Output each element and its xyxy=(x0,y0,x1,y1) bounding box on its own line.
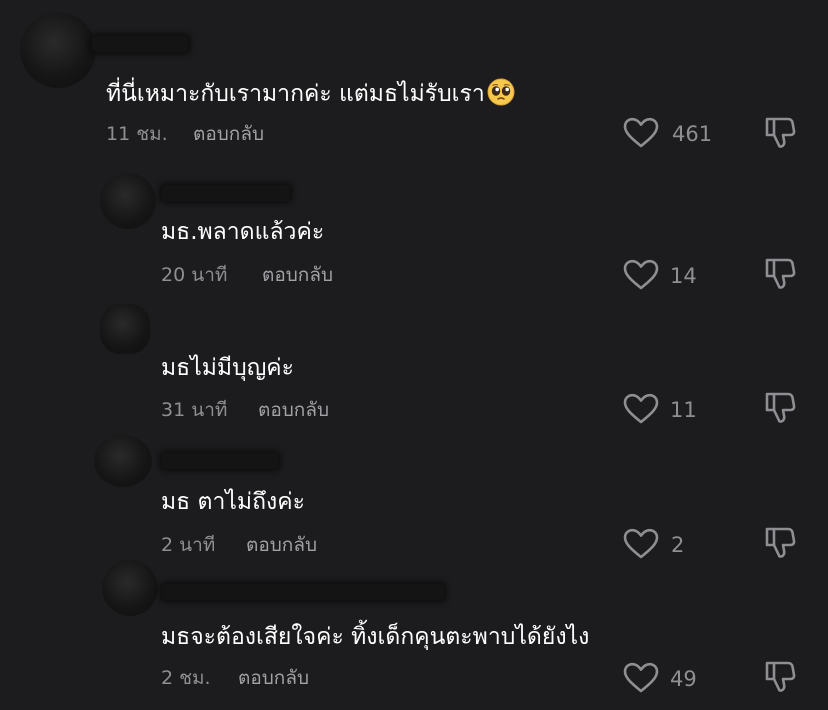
heart-outline-icon[interactable] xyxy=(623,662,659,694)
thumbs-down-outline-icon[interactable] xyxy=(764,116,796,150)
comment-timestamp: 2 ชม. xyxy=(161,667,211,689)
heart-outline-icon[interactable] xyxy=(623,117,659,149)
comment-text-content: ที่นี่เหมาะกับเรามากค่ะ แต่มธไม่รับเรา xyxy=(106,81,485,107)
comment-text: มธ.พลาดแล้วค่ะ xyxy=(161,219,325,245)
like-count: 14 xyxy=(670,264,697,288)
like-count: 11 xyxy=(670,398,697,422)
like-count: 2 xyxy=(671,533,685,557)
avatar[interactable] xyxy=(100,173,156,229)
thumbs-down-outline-icon[interactable] xyxy=(764,660,796,694)
comment-item: ที่นี่เหมาะกับเรามากค่ะ แต่มธไม่รับเรา 1… xyxy=(0,0,828,165)
reply-button[interactable]: ตอบกลับ xyxy=(262,263,333,287)
username-redacted[interactable] xyxy=(162,185,290,201)
reply-item: มธไม่มีบุญค่ะ 31 นาที ตอบกลับ 11 xyxy=(0,300,828,435)
reply-button[interactable]: ตอบกลับ xyxy=(193,122,264,146)
username-redacted[interactable] xyxy=(162,584,444,600)
heart-outline-icon[interactable] xyxy=(623,528,659,560)
like-count: 49 xyxy=(670,667,697,691)
username-redacted[interactable] xyxy=(162,453,278,469)
thumbs-down-outline-icon[interactable] xyxy=(764,526,796,560)
avatar[interactable] xyxy=(100,304,150,354)
pleading-face-emoji-icon xyxy=(487,78,515,106)
reply-button[interactable]: ตอบกลับ xyxy=(238,666,309,690)
thumbs-down-outline-icon[interactable] xyxy=(764,257,796,291)
reply-button[interactable]: ตอบกลับ xyxy=(258,398,329,422)
comment-timestamp: 31 นาที xyxy=(161,399,228,421)
comments-screen: { "comments": [ { "text": "ที่นี่เหมาะกั… xyxy=(0,0,828,710)
reply-button[interactable]: ตอบกลับ xyxy=(246,533,317,557)
heart-outline-icon[interactable] xyxy=(623,259,659,291)
comment-text: มธไม่มีบุญค่ะ xyxy=(161,355,295,381)
comment-timestamp: 11 ชม. xyxy=(106,123,168,145)
heart-outline-icon[interactable] xyxy=(623,393,659,425)
comment-text: มธจะต้องเสียใจค่ะ ทิ้งเด็กคุนตะพาบได้ยัง… xyxy=(161,624,590,650)
reply-item: มธ ตาไม่ถึงค่ะ 2 นาที ตอบกลับ 2 xyxy=(0,435,828,570)
like-count: 461 xyxy=(672,122,713,146)
avatar[interactable] xyxy=(94,435,152,487)
reply-item: มธ.พลาดแล้วค่ะ 20 นาที ตอบกลับ 14 xyxy=(0,165,828,300)
reply-item: มธจะต้องเสียใจค่ะ ทิ้งเด็กคุนตะพาบได้ยัง… xyxy=(0,558,828,710)
comment-timestamp: 2 นาที xyxy=(161,534,216,556)
username-redacted[interactable] xyxy=(92,36,188,52)
thumbs-down-outline-icon[interactable] xyxy=(764,391,796,425)
comment-timestamp: 20 นาที xyxy=(161,264,228,286)
comment-text: มธ ตาไม่ถึงค่ะ xyxy=(161,489,305,515)
comment-text: ที่นี่เหมาะกับเรามากค่ะ แต่มธไม่รับเรา xyxy=(106,78,515,109)
avatar[interactable] xyxy=(20,12,96,88)
avatar[interactable] xyxy=(102,560,158,616)
